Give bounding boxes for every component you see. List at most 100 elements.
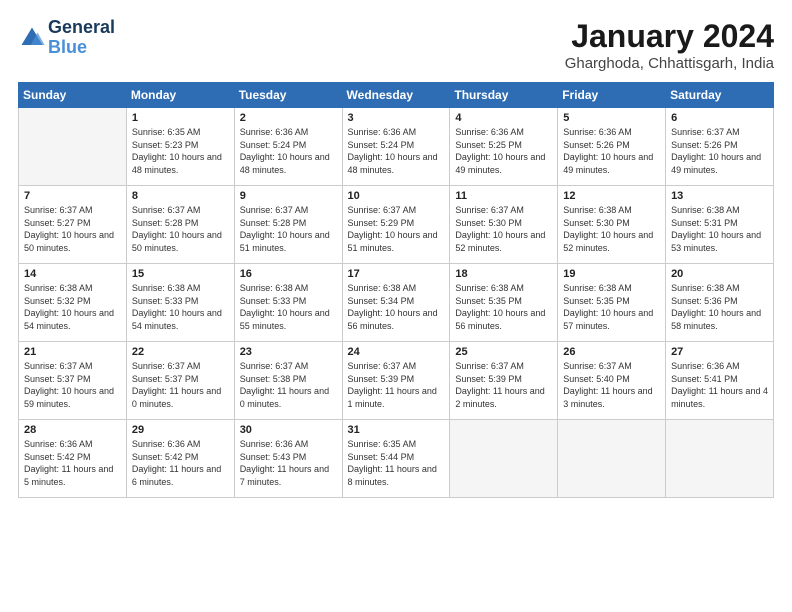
day-number: 9	[240, 190, 337, 202]
day-info: Sunrise: 6:37 AMSunset: 5:28 PMDaylight:…	[240, 204, 337, 254]
day-info: Sunrise: 6:37 AMSunset: 5:27 PMDaylight:…	[24, 204, 121, 254]
day-info: Sunrise: 6:36 AMSunset: 5:41 PMDaylight:…	[671, 360, 768, 410]
day-info: Sunrise: 6:37 AMSunset: 5:38 PMDaylight:…	[240, 360, 337, 410]
day-number: 28	[24, 424, 121, 436]
day-number: 4	[455, 112, 552, 124]
calendar-week-3: 14 Sunrise: 6:38 AMSunset: 5:32 PMDaylig…	[19, 264, 774, 342]
col-thursday: Thursday	[450, 83, 558, 108]
calendar-cell: 30 Sunrise: 6:36 AMSunset: 5:43 PMDaylig…	[234, 420, 342, 498]
day-info: Sunrise: 6:35 AMSunset: 5:23 PMDaylight:…	[132, 126, 229, 176]
day-info: Sunrise: 6:38 AMSunset: 5:34 PMDaylight:…	[348, 282, 445, 332]
day-number: 23	[240, 346, 337, 358]
calendar-cell: 20 Sunrise: 6:38 AMSunset: 5:36 PMDaylig…	[666, 264, 774, 342]
day-info: Sunrise: 6:37 AMSunset: 5:40 PMDaylight:…	[563, 360, 660, 410]
day-number: 15	[132, 268, 229, 280]
calendar-cell: 1 Sunrise: 6:35 AMSunset: 5:23 PMDayligh…	[126, 108, 234, 186]
calendar-cell	[558, 420, 666, 498]
calendar-cell: 12 Sunrise: 6:38 AMSunset: 5:30 PMDaylig…	[558, 186, 666, 264]
subtitle: Gharghoda, Chhattisgarh, India	[565, 55, 774, 72]
day-number: 7	[24, 190, 121, 202]
title-block: January 2024 Gharghoda, Chhattisgarh, In…	[565, 18, 774, 72]
day-number: 20	[671, 268, 768, 280]
calendar-cell: 11 Sunrise: 6:37 AMSunset: 5:30 PMDaylig…	[450, 186, 558, 264]
col-monday: Monday	[126, 83, 234, 108]
logo-icon	[18, 24, 46, 52]
day-info: Sunrise: 6:36 AMSunset: 5:24 PMDaylight:…	[240, 126, 337, 176]
day-number: 11	[455, 190, 552, 202]
day-info: Sunrise: 6:37 AMSunset: 5:39 PMDaylight:…	[455, 360, 552, 410]
day-info: Sunrise: 6:37 AMSunset: 5:29 PMDaylight:…	[348, 204, 445, 254]
day-number: 1	[132, 112, 229, 124]
day-number: 30	[240, 424, 337, 436]
calendar-cell: 3 Sunrise: 6:36 AMSunset: 5:24 PMDayligh…	[342, 108, 450, 186]
day-number: 3	[348, 112, 445, 124]
day-info: Sunrise: 6:36 AMSunset: 5:24 PMDaylight:…	[348, 126, 445, 176]
calendar-cell: 5 Sunrise: 6:36 AMSunset: 5:26 PMDayligh…	[558, 108, 666, 186]
calendar-cell: 28 Sunrise: 6:36 AMSunset: 5:42 PMDaylig…	[19, 420, 127, 498]
calendar-cell: 22 Sunrise: 6:37 AMSunset: 5:37 PMDaylig…	[126, 342, 234, 420]
day-info: Sunrise: 6:38 AMSunset: 5:36 PMDaylight:…	[671, 282, 768, 332]
day-number: 22	[132, 346, 229, 358]
day-info: Sunrise: 6:37 AMSunset: 5:39 PMDaylight:…	[348, 360, 445, 410]
day-info: Sunrise: 6:35 AMSunset: 5:44 PMDaylight:…	[348, 438, 445, 488]
header-row: Sunday Monday Tuesday Wednesday Thursday…	[19, 83, 774, 108]
col-tuesday: Tuesday	[234, 83, 342, 108]
day-info: Sunrise: 6:36 AMSunset: 5:26 PMDaylight:…	[563, 126, 660, 176]
day-info: Sunrise: 6:38 AMSunset: 5:31 PMDaylight:…	[671, 204, 768, 254]
calendar-week-5: 28 Sunrise: 6:36 AMSunset: 5:42 PMDaylig…	[19, 420, 774, 498]
day-number: 19	[563, 268, 660, 280]
logo-line2: Blue	[48, 37, 87, 57]
logo: General Blue	[18, 18, 115, 58]
day-info: Sunrise: 6:38 AMSunset: 5:35 PMDaylight:…	[563, 282, 660, 332]
month-title: January 2024	[565, 18, 774, 55]
day-number: 31	[348, 424, 445, 436]
col-wednesday: Wednesday	[342, 83, 450, 108]
calendar-week-1: 1 Sunrise: 6:35 AMSunset: 5:23 PMDayligh…	[19, 108, 774, 186]
calendar-cell: 23 Sunrise: 6:37 AMSunset: 5:38 PMDaylig…	[234, 342, 342, 420]
calendar-cell: 24 Sunrise: 6:37 AMSunset: 5:39 PMDaylig…	[342, 342, 450, 420]
day-number: 10	[348, 190, 445, 202]
calendar-cell: 13 Sunrise: 6:38 AMSunset: 5:31 PMDaylig…	[666, 186, 774, 264]
day-info: Sunrise: 6:37 AMSunset: 5:37 PMDaylight:…	[24, 360, 121, 410]
day-number: 13	[671, 190, 768, 202]
day-number: 21	[24, 346, 121, 358]
day-info: Sunrise: 6:37 AMSunset: 5:26 PMDaylight:…	[671, 126, 768, 176]
day-number: 12	[563, 190, 660, 202]
day-number: 17	[348, 268, 445, 280]
day-info: Sunrise: 6:36 AMSunset: 5:43 PMDaylight:…	[240, 438, 337, 488]
calendar-cell: 27 Sunrise: 6:36 AMSunset: 5:41 PMDaylig…	[666, 342, 774, 420]
day-number: 5	[563, 112, 660, 124]
calendar-cell: 10 Sunrise: 6:37 AMSunset: 5:29 PMDaylig…	[342, 186, 450, 264]
day-number: 8	[132, 190, 229, 202]
calendar-cell: 26 Sunrise: 6:37 AMSunset: 5:40 PMDaylig…	[558, 342, 666, 420]
calendar-cell	[666, 420, 774, 498]
day-number: 2	[240, 112, 337, 124]
col-sunday: Sunday	[19, 83, 127, 108]
calendar-cell: 31 Sunrise: 6:35 AMSunset: 5:44 PMDaylig…	[342, 420, 450, 498]
calendar-cell: 15 Sunrise: 6:38 AMSunset: 5:33 PMDaylig…	[126, 264, 234, 342]
calendar-cell: 7 Sunrise: 6:37 AMSunset: 5:27 PMDayligh…	[19, 186, 127, 264]
logo-text: General Blue	[48, 18, 115, 58]
day-info: Sunrise: 6:37 AMSunset: 5:30 PMDaylight:…	[455, 204, 552, 254]
day-number: 26	[563, 346, 660, 358]
day-info: Sunrise: 6:36 AMSunset: 5:42 PMDaylight:…	[24, 438, 121, 488]
page: General Blue January 2024 Gharghoda, Chh…	[0, 0, 792, 508]
calendar-cell	[19, 108, 127, 186]
calendar-cell: 14 Sunrise: 6:38 AMSunset: 5:32 PMDaylig…	[19, 264, 127, 342]
calendar-cell: 8 Sunrise: 6:37 AMSunset: 5:28 PMDayligh…	[126, 186, 234, 264]
calendar-cell: 17 Sunrise: 6:38 AMSunset: 5:34 PMDaylig…	[342, 264, 450, 342]
day-info: Sunrise: 6:37 AMSunset: 5:28 PMDaylight:…	[132, 204, 229, 254]
calendar-cell: 2 Sunrise: 6:36 AMSunset: 5:24 PMDayligh…	[234, 108, 342, 186]
calendar-cell: 4 Sunrise: 6:36 AMSunset: 5:25 PMDayligh…	[450, 108, 558, 186]
day-info: Sunrise: 6:38 AMSunset: 5:30 PMDaylight:…	[563, 204, 660, 254]
col-friday: Friday	[558, 83, 666, 108]
header: General Blue January 2024 Gharghoda, Chh…	[18, 18, 774, 72]
day-number: 18	[455, 268, 552, 280]
day-info: Sunrise: 6:36 AMSunset: 5:42 PMDaylight:…	[132, 438, 229, 488]
day-number: 16	[240, 268, 337, 280]
calendar-cell: 9 Sunrise: 6:37 AMSunset: 5:28 PMDayligh…	[234, 186, 342, 264]
calendar-cell: 19 Sunrise: 6:38 AMSunset: 5:35 PMDaylig…	[558, 264, 666, 342]
day-info: Sunrise: 6:38 AMSunset: 5:33 PMDaylight:…	[132, 282, 229, 332]
calendar-cell: 29 Sunrise: 6:36 AMSunset: 5:42 PMDaylig…	[126, 420, 234, 498]
day-info: Sunrise: 6:38 AMSunset: 5:33 PMDaylight:…	[240, 282, 337, 332]
